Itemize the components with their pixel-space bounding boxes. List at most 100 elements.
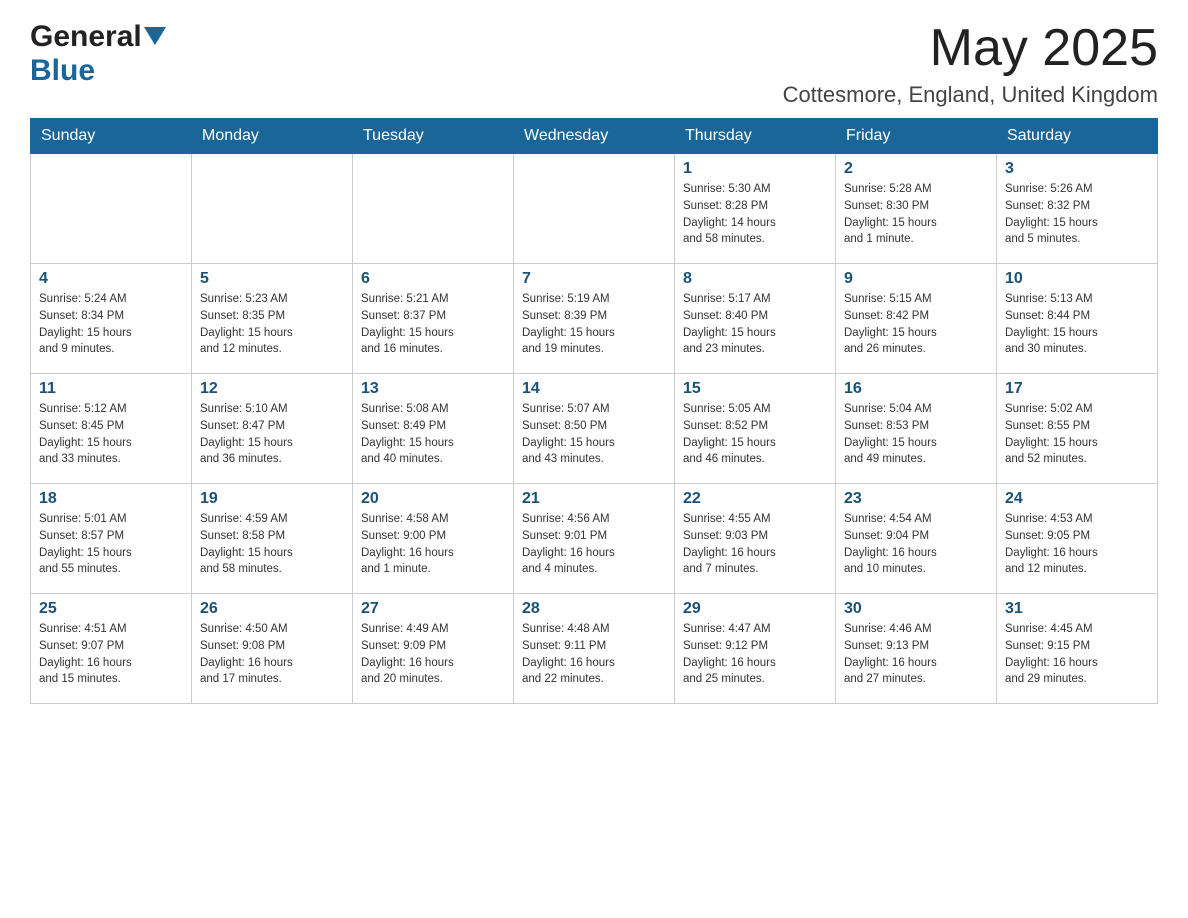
day-info: Sunrise: 4:51 AM Sunset: 9:07 PM Dayligh… (39, 621, 183, 688)
day-info: Sunrise: 5:04 AM Sunset: 8:53 PM Dayligh… (844, 401, 988, 468)
day-info: Sunrise: 4:59 AM Sunset: 8:58 PM Dayligh… (200, 511, 344, 578)
calendar-table: SundayMondayTuesdayWednesdayThursdayFrid… (30, 118, 1158, 704)
calendar-cell: 15 Sunrise: 5:05 AM Sunset: 8:52 PM Dayli… (675, 374, 836, 484)
day-info: Sunrise: 4:48 AM Sunset: 9:11 PM Dayligh… (522, 621, 666, 688)
calendar-cell: 4 Sunrise: 5:24 AM Sunset: 8:34 PM Daylig… (31, 264, 192, 374)
calendar-week-4: 18 Sunrise: 5:01 AM Sunset: 8:57 PM Dayli… (31, 484, 1158, 594)
day-info: Sunrise: 5:02 AM Sunset: 8:55 PM Dayligh… (1005, 401, 1149, 468)
column-header-saturday: Saturday (997, 119, 1158, 154)
day-number: 21 (522, 490, 666, 508)
day-info: Sunrise: 5:07 AM Sunset: 8:50 PM Dayligh… (522, 401, 666, 468)
day-info: Sunrise: 5:15 AM Sunset: 8:42 PM Dayligh… (844, 291, 988, 358)
day-number: 23 (844, 490, 988, 508)
day-info: Sunrise: 5:26 AM Sunset: 8:32 PM Dayligh… (1005, 181, 1149, 248)
column-header-friday: Friday (836, 119, 997, 154)
day-number: 14 (522, 380, 666, 398)
column-header-tuesday: Tuesday (353, 119, 514, 154)
calendar-cell: 28 Sunrise: 4:48 AM Sunset: 9:11 PM Dayli… (514, 594, 675, 704)
calendar-cell: 25 Sunrise: 4:51 AM Sunset: 9:07 PM Dayli… (31, 594, 192, 704)
logo-triangle-icon (144, 27, 166, 49)
calendar-cell: 21 Sunrise: 4:56 AM Sunset: 9:01 PM Dayli… (514, 484, 675, 594)
calendar-cell: 3 Sunrise: 5:26 AM Sunset: 8:32 PM Daylig… (997, 154, 1158, 264)
calendar-cell: 6 Sunrise: 5:21 AM Sunset: 8:37 PM Daylig… (353, 264, 514, 374)
day-number: 18 (39, 490, 183, 508)
day-number: 1 (683, 160, 827, 178)
day-info: Sunrise: 4:58 AM Sunset: 9:00 PM Dayligh… (361, 511, 505, 578)
day-info: Sunrise: 4:45 AM Sunset: 9:15 PM Dayligh… (1005, 621, 1149, 688)
day-number: 26 (200, 600, 344, 618)
calendar-cell: 27 Sunrise: 4:49 AM Sunset: 9:09 PM Dayli… (353, 594, 514, 704)
day-info: Sunrise: 5:21 AM Sunset: 8:37 PM Dayligh… (361, 291, 505, 358)
day-number: 29 (683, 600, 827, 618)
calendar-cell: 20 Sunrise: 4:58 AM Sunset: 9:00 PM Dayli… (353, 484, 514, 594)
day-number: 30 (844, 600, 988, 618)
day-number: 28 (522, 600, 666, 618)
page-header: General Blue May 2025 Cottesmore, Englan… (30, 20, 1158, 108)
day-number: 9 (844, 270, 988, 288)
day-number: 22 (683, 490, 827, 508)
day-info: Sunrise: 5:05 AM Sunset: 8:52 PM Dayligh… (683, 401, 827, 468)
day-info: Sunrise: 4:49 AM Sunset: 9:09 PM Dayligh… (361, 621, 505, 688)
logo-blue-text: Blue (30, 54, 95, 87)
day-number: 12 (200, 380, 344, 398)
day-number: 7 (522, 270, 666, 288)
calendar-cell: 18 Sunrise: 5:01 AM Sunset: 8:57 PM Dayli… (31, 484, 192, 594)
day-info: Sunrise: 4:47 AM Sunset: 9:12 PM Dayligh… (683, 621, 827, 688)
calendar-cell (353, 154, 514, 264)
month-title: May 2025 (783, 20, 1158, 77)
logo: General Blue (30, 20, 166, 88)
column-header-thursday: Thursday (675, 119, 836, 154)
day-info: Sunrise: 4:54 AM Sunset: 9:04 PM Dayligh… (844, 511, 988, 578)
day-info: Sunrise: 5:01 AM Sunset: 8:57 PM Dayligh… (39, 511, 183, 578)
day-number: 20 (361, 490, 505, 508)
day-info: Sunrise: 5:12 AM Sunset: 8:45 PM Dayligh… (39, 401, 183, 468)
calendar-cell: 16 Sunrise: 5:04 AM Sunset: 8:53 PM Dayli… (836, 374, 997, 484)
day-info: Sunrise: 4:56 AM Sunset: 9:01 PM Dayligh… (522, 511, 666, 578)
day-info: Sunrise: 4:50 AM Sunset: 9:08 PM Dayligh… (200, 621, 344, 688)
calendar-cell: 12 Sunrise: 5:10 AM Sunset: 8:47 PM Dayli… (192, 374, 353, 484)
day-number: 3 (1005, 160, 1149, 178)
calendar-cell: 5Sunrise: 5:23 AM Sunset: 8:35 PM Daylig… (192, 264, 353, 374)
day-number: 15 (683, 380, 827, 398)
calendar-week-2: 4 Sunrise: 5:24 AM Sunset: 8:34 PM Daylig… (31, 264, 1158, 374)
title-section: May 2025 Cottesmore, England, United Kin… (783, 20, 1158, 108)
day-info: Sunrise: 5:30 AM Sunset: 8:28 PM Dayligh… (683, 181, 827, 248)
location-title: Cottesmore, England, United Kingdom (783, 82, 1158, 108)
day-info: Sunrise: 5:13 AM Sunset: 8:44 PM Dayligh… (1005, 291, 1149, 358)
day-info: Sunrise: 5:19 AM Sunset: 8:39 PM Dayligh… (522, 291, 666, 358)
calendar-cell: 29 Sunrise: 4:47 AM Sunset: 9:12 PM Dayli… (675, 594, 836, 704)
calendar-cell: 22 Sunrise: 4:55 AM Sunset: 9:03 PM Dayli… (675, 484, 836, 594)
calendar-cell: 9 Sunrise: 5:15 AM Sunset: 8:42 PM Daylig… (836, 264, 997, 374)
day-number: 4 (39, 270, 183, 288)
calendar-cell: 31Sunrise: 4:45 AM Sunset: 9:15 PM Dayli… (997, 594, 1158, 704)
calendar-cell: 1 Sunrise: 5:30 AM Sunset: 8:28 PM Daylig… (675, 154, 836, 264)
day-number: 6 (361, 270, 505, 288)
day-number: 10 (1005, 270, 1149, 288)
calendar-week-1: 1 Sunrise: 5:30 AM Sunset: 8:28 PM Daylig… (31, 154, 1158, 264)
day-info: Sunrise: 4:55 AM Sunset: 9:03 PM Dayligh… (683, 511, 827, 578)
calendar-cell: 30Sunrise: 4:46 AM Sunset: 9:13 PM Dayli… (836, 594, 997, 704)
day-number: 2 (844, 160, 988, 178)
calendar-header-row: SundayMondayTuesdayWednesdayThursdayFrid… (31, 119, 1158, 154)
day-info: Sunrise: 5:24 AM Sunset: 8:34 PM Dayligh… (39, 291, 183, 358)
day-number: 13 (361, 380, 505, 398)
calendar-cell: 19Sunrise: 4:59 AM Sunset: 8:58 PM Dayli… (192, 484, 353, 594)
calendar-cell: 2 Sunrise: 5:28 AM Sunset: 8:30 PM Daylig… (836, 154, 997, 264)
day-number: 25 (39, 600, 183, 618)
day-number: 24 (1005, 490, 1149, 508)
calendar-week-5: 25 Sunrise: 4:51 AM Sunset: 9:07 PM Dayli… (31, 594, 1158, 704)
day-number: 8 (683, 270, 827, 288)
day-number: 27 (361, 600, 505, 618)
calendar-cell: 17Sunrise: 5:02 AM Sunset: 8:55 PM Dayli… (997, 374, 1158, 484)
calendar-cell: 24Sunrise: 4:53 AM Sunset: 9:05 PM Dayli… (997, 484, 1158, 594)
calendar-cell (514, 154, 675, 264)
day-info: Sunrise: 5:10 AM Sunset: 8:47 PM Dayligh… (200, 401, 344, 468)
day-number: 16 (844, 380, 988, 398)
calendar-cell: 11Sunrise: 5:12 AM Sunset: 8:45 PM Dayli… (31, 374, 192, 484)
day-info: Sunrise: 5:28 AM Sunset: 8:30 PM Dayligh… (844, 181, 988, 248)
day-info: Sunrise: 5:17 AM Sunset: 8:40 PM Dayligh… (683, 291, 827, 358)
day-number: 5 (200, 270, 344, 288)
calendar-cell: 23 Sunrise: 4:54 AM Sunset: 9:04 PM Dayli… (836, 484, 997, 594)
calendar-cell: 8 Sunrise: 5:17 AM Sunset: 8:40 PM Daylig… (675, 264, 836, 374)
calendar-cell: 14 Sunrise: 5:07 AM Sunset: 8:50 PM Dayli… (514, 374, 675, 484)
